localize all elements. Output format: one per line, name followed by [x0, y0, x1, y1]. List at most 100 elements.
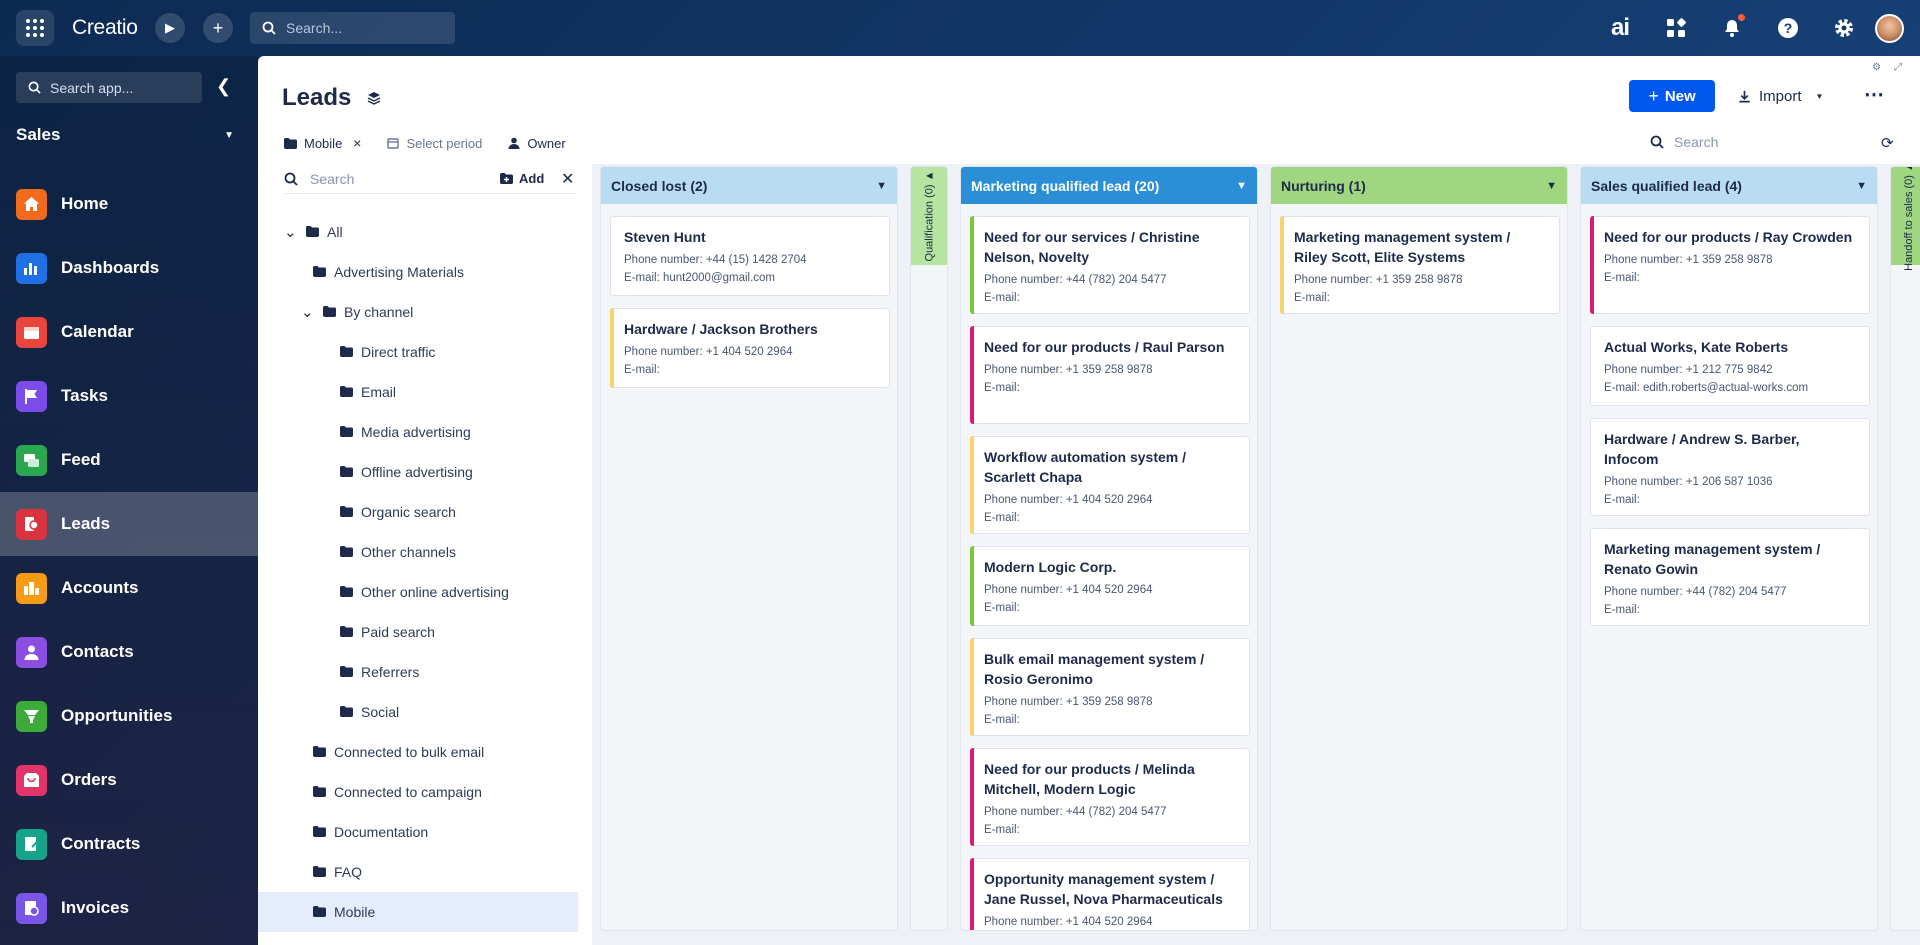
folder-item[interactable]: Other online advertising: [258, 572, 578, 612]
stage-header[interactable]: Closed lost (2) ▼: [601, 167, 897, 204]
folder-item[interactable]: Mobile: [258, 892, 578, 932]
folder-item[interactable]: Media advertising: [258, 412, 578, 452]
app-launcher-button[interactable]: [16, 10, 54, 46]
lead-card-phone: Phone number: +1 404 520 2964: [984, 916, 1153, 928]
folder-label: Advertising Materials: [334, 264, 464, 280]
folder-item[interactable]: ⌄ All: [258, 212, 578, 252]
owner-filter[interactable]: Owner: [508, 136, 566, 151]
stage-header[interactable]: Marketing qualified lead (20) ▼: [961, 167, 1257, 204]
lead-card[interactable]: Need for our products / Raul Parson Phone…: [970, 326, 1250, 424]
period-filter[interactable]: Select period: [387, 136, 482, 151]
refresh-button[interactable]: ⟳: [1881, 134, 1894, 152]
stage-header[interactable]: Qualification (0) ▲: [911, 167, 947, 265]
folder-item[interactable]: ⌄ By channel: [258, 292, 578, 332]
folder-icon: [284, 137, 297, 149]
folder-item[interactable]: Social: [258, 692, 578, 732]
lead-card[interactable]: Marketing management system / Renato Gow…: [1590, 528, 1870, 626]
expand-icon[interactable]: ⤢: [1894, 62, 1902, 73]
folder-icon: [340, 584, 353, 600]
user-avatar[interactable]: [1875, 14, 1904, 43]
stage-header[interactable]: Sales qualified lead (4) ▼: [1581, 167, 1877, 204]
lead-card-phone: Phone number: +1 404 520 2964: [984, 584, 1153, 596]
lead-card[interactable]: Need for our services / Christine Nelson…: [970, 216, 1250, 314]
lead-card[interactable]: Workflow automation system / Scarlett Ch…: [970, 436, 1250, 534]
caret-down-icon[interactable]: ▼: [1856, 180, 1867, 192]
home-icon: [16, 188, 47, 220]
lead-card[interactable]: Bulk email management system / Rosio Ger…: [970, 638, 1250, 736]
grid-icon: [26, 19, 44, 37]
nav-item-contracts[interactable]: Contracts: [0, 812, 258, 876]
layers-icon[interactable]: [367, 91, 381, 105]
folder-item[interactable]: Email: [258, 372, 578, 412]
folder-item[interactable]: Paid search: [258, 612, 578, 652]
nav-item-calendar[interactable]: Calendar: [0, 300, 258, 364]
caret-down-icon[interactable]: ▼: [876, 180, 887, 192]
nav-item-contacts[interactable]: Contacts: [0, 620, 258, 684]
lead-card[interactable]: Hardware / Andrew S. Barber, Infocom Phon…: [1590, 418, 1870, 516]
nav-item-tasks[interactable]: Tasks: [0, 364, 258, 428]
new-button[interactable]: + New: [1629, 80, 1715, 112]
nav-item-opportunities[interactable]: Opportunities: [0, 684, 258, 748]
folder-item[interactable]: Organic search: [258, 492, 578, 532]
apps-button[interactable]: [1662, 14, 1690, 42]
settings-button[interactable]: [1830, 14, 1858, 42]
app-search-input[interactable]: Search app...: [16, 72, 202, 103]
notifications-button[interactable]: [1718, 14, 1746, 42]
collapsed-stage-column[interactable]: Handoff to sales (0) ▲: [1890, 166, 1920, 931]
chevron-down-icon[interactable]: ⌄: [284, 223, 298, 241]
workspace-selector[interactable]: Sales ▼: [16, 124, 234, 146]
stage-title: Closed lost (2): [611, 177, 708, 194]
nav-item-label: Accounts: [61, 578, 139, 597]
folder-item[interactable]: Connected to bulk email: [258, 732, 578, 772]
nav-item-label: Contacts: [61, 642, 134, 661]
more-actions-button[interactable]: ⋯: [1864, 82, 1884, 107]
board-search-input[interactable]: Search: [1650, 134, 1718, 150]
run-process-button[interactable]: ▶: [155, 13, 185, 43]
lead-card[interactable]: Modern Logic Corp. Phone number: +1 404 5…: [970, 546, 1250, 626]
lead-card-phone: Phone number: +1 359 258 9878: [984, 364, 1153, 376]
lead-card-email: E-mail:: [624, 364, 660, 376]
caret-down-icon[interactable]: ▼: [1236, 180, 1247, 192]
folder-item[interactable]: Connected to campaign: [258, 772, 578, 812]
nav-item-feed[interactable]: Feed: [0, 428, 258, 492]
close-folder-panel-button[interactable]: ✕: [561, 169, 574, 189]
global-search-input[interactable]: Search...: [250, 12, 455, 44]
import-button[interactable]: Import ▼: [1738, 80, 1823, 112]
folder-icon: [313, 864, 326, 880]
ai-button[interactable]: ai: [1606, 14, 1634, 42]
folder-item[interactable]: Referrers: [258, 652, 578, 692]
folder-item[interactable]: Advertising Materials: [258, 252, 578, 292]
nav-item-leads[interactable]: Leads: [0, 492, 258, 556]
folder-item[interactable]: Offline advertising: [258, 452, 578, 492]
nav-item-dashboards[interactable]: Dashboards: [0, 236, 258, 300]
nav-item-home[interactable]: Home: [0, 172, 258, 236]
nav-item-invoices[interactable]: Invoices: [0, 876, 258, 940]
folder-item[interactable]: FAQ: [258, 852, 578, 892]
collapse-nav-button[interactable]: ❮: [216, 76, 231, 97]
folder-filter-chip[interactable]: Mobile ×: [284, 135, 361, 151]
add-folder-button[interactable]: Add: [500, 171, 544, 186]
folder-label: Media advertising: [361, 424, 471, 440]
lead-card-phone: Phone number: +44 (782) 204 5477: [1604, 586, 1787, 598]
nav-item-accounts[interactable]: Accounts: [0, 556, 258, 620]
collapsed-stage-column[interactable]: Qualification (0) ▲: [910, 166, 948, 931]
nav-item-orders[interactable]: Orders: [0, 748, 258, 812]
chevron-down-icon[interactable]: ⌄: [301, 303, 315, 321]
lead-card[interactable]: Actual Works, Kate Roberts Phone number: …: [1590, 326, 1870, 406]
stage-header[interactable]: Handoff to sales (0) ▲: [1891, 167, 1920, 271]
lead-card[interactable]: Steven Hunt Phone number: +44 (15) 1428 2…: [610, 216, 890, 296]
lead-card[interactable]: Marketing management system / Riley Scot…: [1280, 216, 1560, 314]
lead-card[interactable]: Hardware / Jackson Brothers Phone number:…: [610, 308, 890, 388]
folder-item[interactable]: Other channels: [258, 532, 578, 572]
lead-card[interactable]: Opportunity management system / Jane Rus…: [970, 858, 1250, 930]
close-icon[interactable]: ×: [353, 135, 361, 151]
lead-card[interactable]: Need for our products / Ray Crowden Phone…: [1590, 216, 1870, 314]
lead-card[interactable]: Need for our products / Melinda Mitchell…: [970, 748, 1250, 846]
caret-down-icon[interactable]: ▼: [1546, 180, 1557, 192]
quick-add-button[interactable]: +: [203, 13, 233, 43]
stage-header[interactable]: Nurturing (1) ▼: [1271, 167, 1567, 204]
folder-item[interactable]: Direct traffic: [258, 332, 578, 372]
settings-small-icon[interactable]: ⚙: [1872, 62, 1881, 73]
help-button[interactable]: ?: [1774, 14, 1802, 42]
folder-item[interactable]: Documentation: [258, 812, 578, 852]
